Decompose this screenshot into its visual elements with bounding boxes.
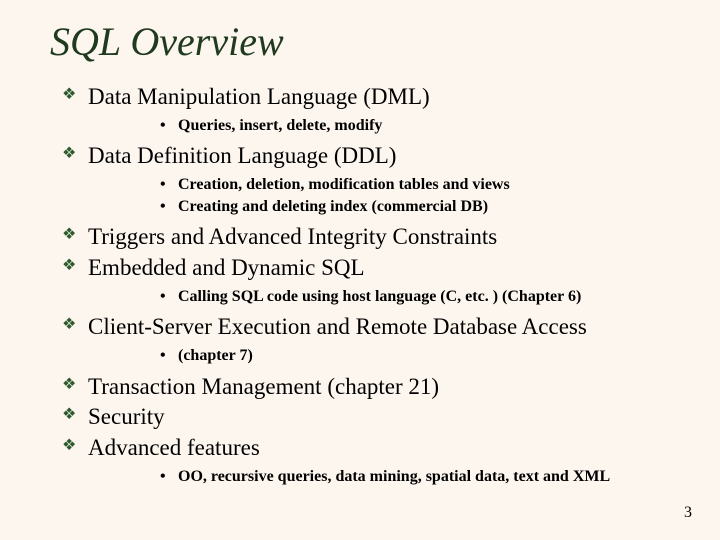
- list-item-text: Security: [88, 404, 165, 429]
- sub-list: Creation, deletion, modification tables …: [160, 174, 680, 217]
- sub-list: (chapter 7): [160, 345, 680, 367]
- sub-list: Calling SQL code using host language (C,…: [160, 286, 680, 308]
- sub-list-item: Creation, deletion, modification tables …: [160, 174, 680, 196]
- sub-list: Queries, insert, delete, modify: [160, 115, 680, 137]
- list-item: Transaction Management (chapter 21): [62, 373, 680, 402]
- list-item: Embedded and Dynamic SQL Calling SQL cod…: [62, 254, 680, 307]
- sub-list: OO, recursive queries, data mining, spat…: [160, 466, 680, 488]
- list-item-text: Transaction Management (chapter 21): [88, 374, 439, 399]
- sub-list-item: OO, recursive queries, data mining, spat…: [160, 466, 680, 488]
- list-item: Data Definition Language (DDL) Creation,…: [62, 142, 680, 217]
- sub-list-item: Creating and deleting index (commercial …: [160, 196, 680, 218]
- list-item: Client-Server Execution and Remote Datab…: [62, 313, 680, 366]
- list-item-text: Data Definition Language (DDL): [88, 143, 396, 168]
- slide: SQL Overview Data Manipulation Language …: [0, 0, 720, 540]
- sub-list-item: (chapter 7): [160, 345, 680, 367]
- list-item-text: Client-Server Execution and Remote Datab…: [88, 314, 587, 339]
- list-item-text: Data Manipulation Language (DML): [88, 84, 430, 109]
- slide-title: SQL Overview: [50, 18, 680, 65]
- list-item: Triggers and Advanced Integrity Constrai…: [62, 223, 680, 252]
- list-item-text: Embedded and Dynamic SQL: [88, 255, 365, 280]
- page-number: 3: [684, 504, 692, 522]
- list-item-text: Triggers and Advanced Integrity Constrai…: [88, 224, 497, 249]
- bullet-list: Data Manipulation Language (DML) Queries…: [62, 83, 680, 488]
- sub-list-item: Calling SQL code using host language (C,…: [160, 286, 680, 308]
- list-item-text: Advanced features: [88, 435, 260, 460]
- list-item: Data Manipulation Language (DML) Queries…: [62, 83, 680, 136]
- list-item: Security: [62, 403, 680, 432]
- sub-list-item: Queries, insert, delete, modify: [160, 115, 680, 137]
- list-item: Advanced features OO, recursive queries,…: [62, 434, 680, 487]
